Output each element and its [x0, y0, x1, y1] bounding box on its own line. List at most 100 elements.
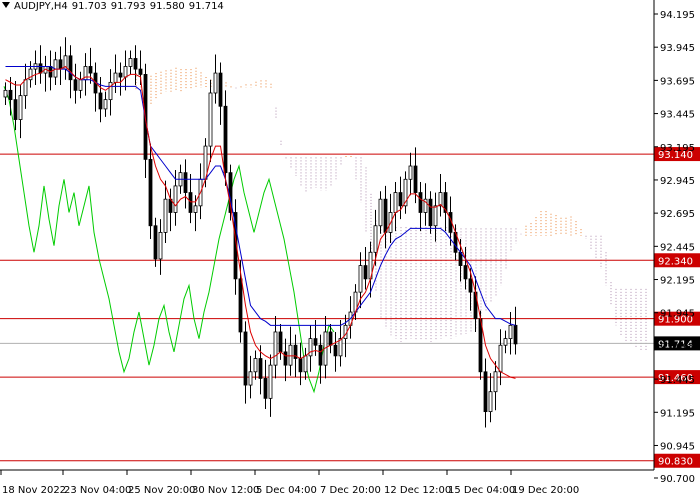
- y-tick-label: 92.195: [660, 276, 695, 287]
- chikou-span-line: [3, 86, 335, 394]
- candle-body: [483, 371, 488, 413]
- candle-body: [413, 165, 418, 193]
- candle-body: [128, 58, 133, 67]
- candle-body: [508, 324, 513, 340]
- candle-body: [238, 278, 243, 333]
- level-price-label: 90.830: [658, 457, 693, 468]
- y-tick-label: 93.945: [660, 43, 695, 54]
- candle-body: [3, 89, 8, 98]
- candle-body: [218, 72, 223, 107]
- candle-body: [303, 355, 308, 373]
- candle-body: [333, 344, 338, 357]
- candle-body: [68, 55, 73, 81]
- x-tick-label: 7 Dec 20:00: [320, 485, 381, 496]
- candle-body: [383, 198, 388, 233]
- chikou-span-path: [3, 86, 335, 394]
- x-tick-label: 18 Nov 2022: [2, 485, 66, 496]
- candle-body: [243, 331, 248, 386]
- candle-body: [513, 324, 518, 345]
- candle-body: [263, 378, 268, 399]
- candle-body: [133, 58, 138, 70]
- x-tick-label: 30 Nov 12:00: [192, 485, 259, 496]
- x-tick-label: 15 Dec 04:00: [448, 485, 515, 496]
- candle-body: [268, 364, 273, 399]
- candle-body: [113, 72, 118, 83]
- x-tick-label: 5 Dec 04:00: [256, 485, 317, 496]
- candle-body: [173, 185, 178, 213]
- candle-body: [253, 358, 258, 373]
- candle-body: [363, 265, 368, 280]
- candle-body: [118, 72, 123, 78]
- candle-body: [183, 172, 188, 193]
- y-tick-label: 91.195: [660, 408, 695, 419]
- y-tick-label: 93.695: [660, 76, 695, 87]
- y-tick-label: 94.195: [660, 10, 695, 21]
- y-tick-label: 93.195: [660, 143, 695, 154]
- candle-body: [13, 99, 18, 120]
- candle-body: [468, 278, 473, 293]
- x-tick-label: 12 Dec 12:00: [384, 485, 451, 496]
- tenkan-sen-path: [5, 65, 516, 379]
- candle-body: [248, 371, 253, 386]
- y-tick-label: 93.445: [660, 110, 695, 121]
- candle-body: [298, 358, 303, 373]
- candle-body: [23, 79, 28, 97]
- candle-body: [288, 344, 293, 366]
- y-tick-label: 91.945: [660, 309, 695, 320]
- candle-body: [193, 205, 198, 213]
- y-tick-label: 92.695: [660, 209, 695, 220]
- price-chart[interactable]: 93.14092.34091.90091.46090.83091.714 94.…: [0, 0, 700, 500]
- candle-body: [418, 192, 423, 213]
- candle-body: [213, 72, 218, 94]
- candle-body: [223, 105, 228, 174]
- candle-body: [488, 391, 493, 413]
- candle-body: [153, 225, 158, 260]
- candle-body: [378, 198, 383, 227]
- candle-body: [158, 231, 163, 260]
- candle-body: [18, 95, 23, 120]
- candle-body: [438, 192, 443, 207]
- candle-body: [163, 198, 168, 233]
- candle-body: [493, 371, 498, 393]
- candle-body: [433, 205, 438, 227]
- x-tick-label: 25 Nov 20:00: [128, 485, 195, 496]
- candle-body: [428, 198, 433, 227]
- candle-body: [283, 351, 288, 366]
- x-tick-label: 23 Nov 04:00: [64, 485, 131, 496]
- candle-body: [208, 92, 213, 147]
- candle-body: [373, 225, 378, 253]
- candle-body: [328, 331, 333, 346]
- candle-body: [103, 99, 108, 110]
- candle-body: [313, 338, 318, 346]
- y-tick-label: 90.945: [660, 441, 695, 452]
- candle-body: [338, 338, 343, 357]
- candle-body: [258, 358, 263, 379]
- candle-body: [88, 66, 93, 74]
- candle-body: [398, 192, 403, 207]
- candle-body: [8, 89, 13, 101]
- candle-body: [408, 165, 413, 180]
- candle-body: [463, 265, 468, 280]
- candle-body: [138, 68, 143, 75]
- candle-body: [58, 59, 63, 70]
- candle-body: [273, 331, 278, 366]
- candle-body: [73, 79, 78, 91]
- y-tick-label: 90.700: [660, 474, 695, 485]
- candle-body: [188, 192, 193, 213]
- candle-body: [498, 344, 503, 373]
- tenkan-sen-line: [5, 65, 516, 379]
- candle-body: [78, 79, 83, 91]
- candle-body: [278, 331, 283, 353]
- candle-body: [123, 66, 128, 78]
- candle-body: [318, 344, 323, 366]
- candle-body: [148, 158, 153, 227]
- candle-body: [98, 92, 103, 110]
- candle-body: [393, 192, 398, 213]
- candles: [3, 37, 518, 428]
- y-tick-label: 92.445: [660, 242, 695, 253]
- y-tick-label: 92.945: [660, 176, 695, 187]
- level-price-label: 92.340: [658, 256, 693, 267]
- candle-body: [358, 265, 363, 293]
- y-tick-label: 91.445: [660, 375, 695, 386]
- y-tick-label: 91.695: [660, 342, 695, 353]
